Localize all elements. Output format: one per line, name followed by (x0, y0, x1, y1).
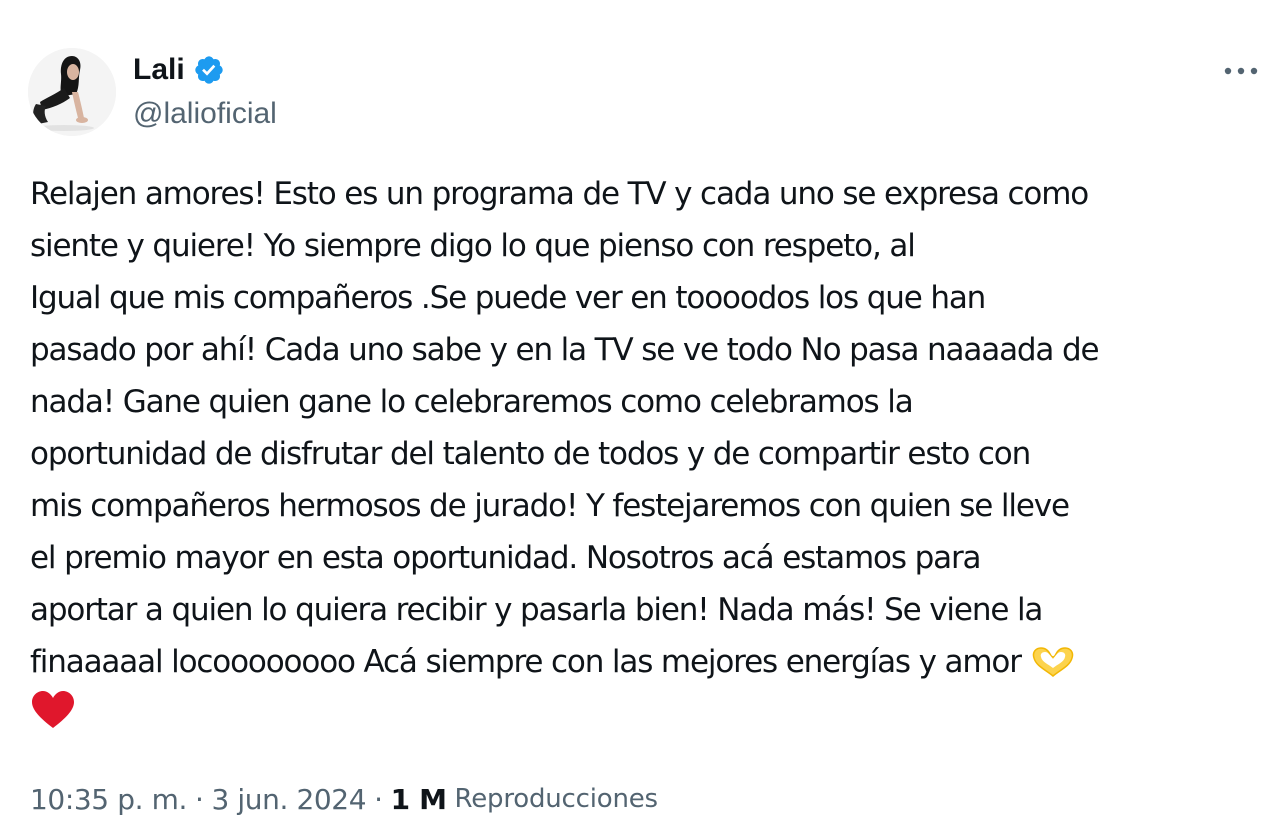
tweet-line: oportunidad de disfrutar del talento de … (30, 436, 1031, 472)
author-display-name[interactable]: Lali (133, 50, 185, 90)
tweet-line: nada! Gane quien gane lo celebraremos co… (30, 384, 914, 420)
tweet-line: Igual que mis compañeros .Se puede ver e… (30, 280, 986, 316)
more-options-button[interactable] (1218, 54, 1264, 88)
avatar[interactable] (28, 48, 116, 136)
views-count[interactable]: 1 M (391, 783, 447, 816)
tweet-text: Relajen amores! Esto es un programa de T… (30, 168, 1270, 740)
tweet-line: mis compañeros hermosos de jurado! Y fes… (30, 488, 1070, 524)
heart-hands-emoji (1030, 642, 1076, 694)
tweet-meta: 10:35 p. m. · 3 jun. 2024 · 1 M Reproduc… (30, 776, 658, 822)
tweet-line: pasado por ahí! Cada uno sabe y en la TV… (30, 332, 1100, 368)
meta-separator: · (374, 782, 383, 816)
meta-separator: · (194, 782, 204, 816)
author-name-row: Lali (133, 50, 225, 90)
tweet-time[interactable]: 10:35 p. m. (30, 783, 187, 816)
tweet-line: Relajen amores! Esto es un programa de T… (30, 176, 1089, 212)
tweet-line: el premio mayor en esta oportunidad. Nos… (30, 540, 982, 576)
tweet-line: finaaaaal locoooooooo Acá siempre con la… (30, 644, 1022, 680)
avatar-photo (28, 48, 116, 136)
tweet-line: siente y quiere! Yo siempre digo lo que … (30, 228, 916, 264)
tweet-line-emoji (30, 688, 1270, 740)
more-options-icon (1224, 67, 1258, 75)
verified-badge-icon[interactable] (193, 54, 225, 86)
author-handle[interactable]: @lalioficial (133, 94, 277, 134)
tweet: Lali @lalioficial Relajen amores! Esto e… (0, 0, 1280, 827)
tweet-date[interactable]: 3 jun. 2024 (211, 783, 366, 816)
tweet-line: aportar a quien lo quiera recibir y pasa… (30, 592, 1043, 628)
views-label[interactable]: Reproducciones (455, 784, 659, 814)
tweet-line-last: finaaaaal locoooooooo Acá siempre con la… (30, 636, 1270, 688)
red-heart-emoji (30, 690, 76, 746)
